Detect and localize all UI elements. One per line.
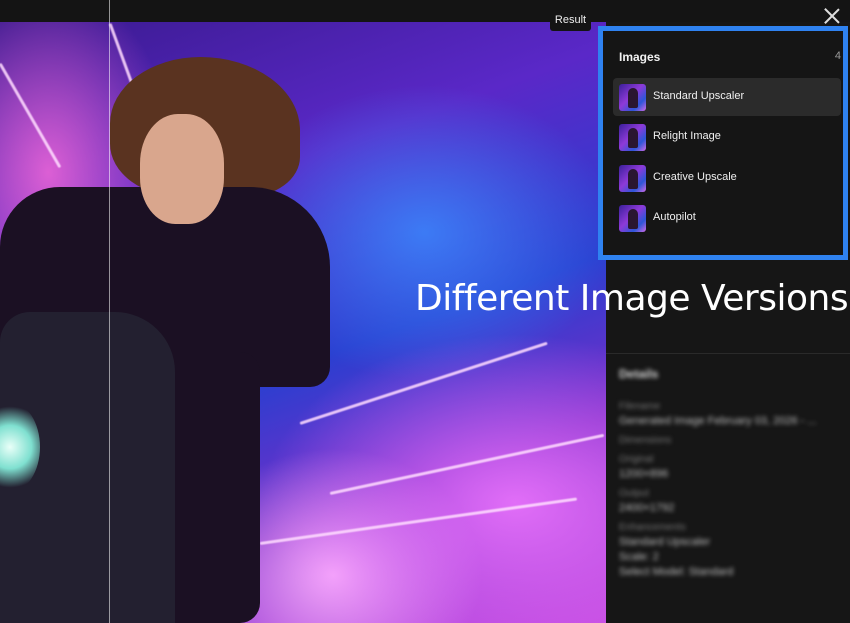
image-version-label: Standard Upscaler bbox=[653, 90, 745, 102]
image-version-label: Creative Upscale bbox=[653, 171, 737, 183]
light-streak bbox=[259, 497, 578, 545]
thumbnail bbox=[619, 124, 646, 151]
output-label: Output bbox=[619, 488, 650, 499]
top-bar bbox=[0, 0, 850, 22]
image-version-autopilot[interactable]: Autopilot bbox=[613, 199, 841, 237]
images-panel: Images 4 Standard Upscaler Relight Image… bbox=[598, 26, 848, 260]
original-value: 1200×896 bbox=[619, 468, 669, 480]
enhancement-item: Select Model: Standard bbox=[619, 566, 734, 578]
image-version-creative-upscale[interactable]: Creative Upscale bbox=[613, 159, 841, 197]
light-streak bbox=[0, 62, 62, 169]
enhancement-item: Scale: 2 bbox=[619, 551, 659, 563]
enhancements-label: Enhancements bbox=[619, 522, 686, 533]
close-icon[interactable] bbox=[823, 7, 841, 25]
light-streak bbox=[329, 433, 605, 495]
image-version-relight-image[interactable]: Relight Image bbox=[613, 118, 841, 156]
result-label: Result bbox=[550, 10, 591, 31]
rider-face bbox=[140, 114, 224, 224]
filename-label: Filename bbox=[619, 401, 661, 412]
details-section: Details Filename Generated Image Februar… bbox=[619, 367, 844, 578]
image-version-label: Autopilot bbox=[653, 211, 696, 223]
image-preview[interactable] bbox=[0, 22, 606, 623]
image-version-label: Relight Image bbox=[653, 130, 721, 142]
thumbnail bbox=[619, 205, 646, 232]
image-version-standard-upscaler[interactable]: Standard Upscaler bbox=[613, 78, 841, 116]
original-label: Original bbox=[619, 454, 654, 465]
dimensions-label: Dimensions bbox=[619, 435, 672, 446]
thumbnail bbox=[619, 165, 646, 192]
thumbnail bbox=[619, 84, 646, 111]
images-title: Images bbox=[619, 50, 661, 64]
enhancement-item: Standard Upscaler bbox=[619, 536, 711, 548]
light-streak bbox=[299, 341, 548, 425]
divider bbox=[606, 353, 850, 354]
overlay-caption: Different Image Versions bbox=[415, 278, 849, 319]
output-value: 2400×1792 bbox=[619, 502, 675, 514]
filename-value: Generated Image February 03, 2026 - ... bbox=[619, 415, 817, 427]
images-count: 4 bbox=[834, 50, 841, 62]
compare-slider-line[interactable] bbox=[109, 0, 110, 623]
details-title: Details bbox=[619, 367, 659, 381]
